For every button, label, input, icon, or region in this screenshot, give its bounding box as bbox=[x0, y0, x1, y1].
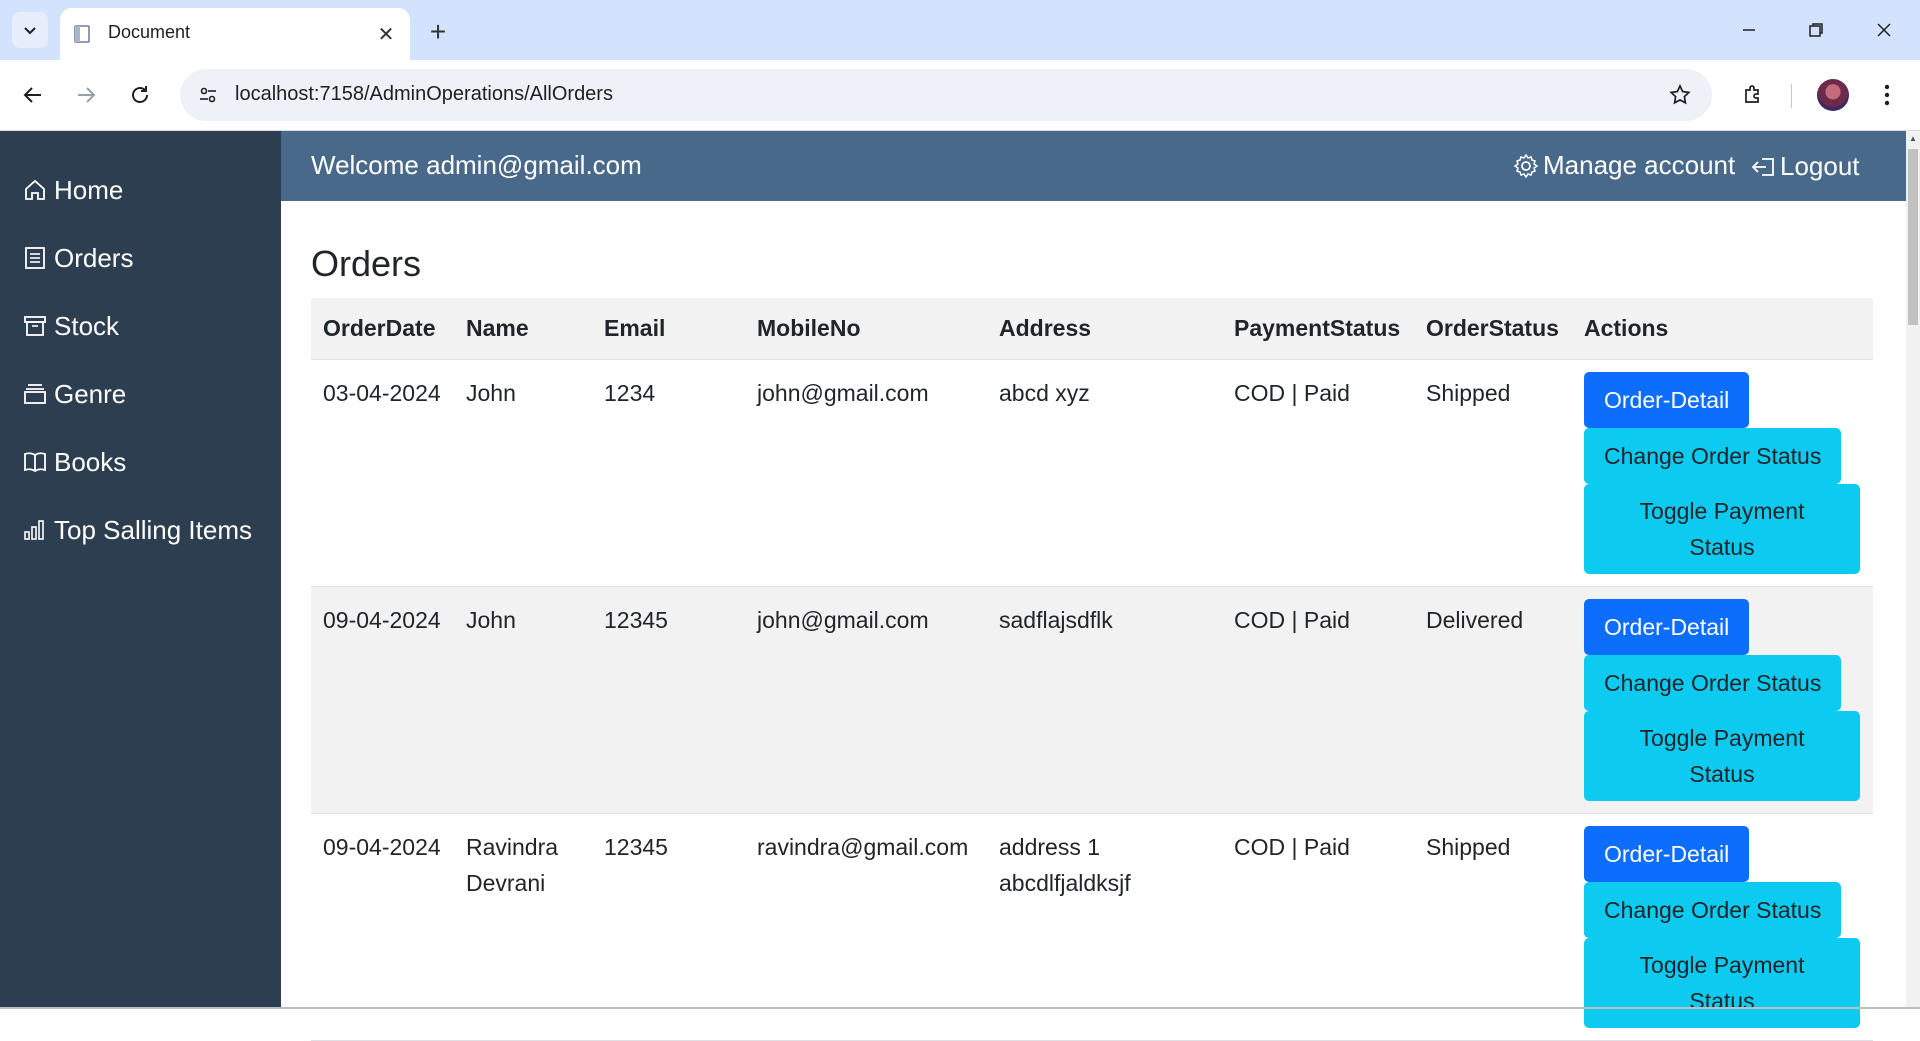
sidebar-item-orders[interactable]: Orders bbox=[22, 236, 133, 280]
address-bar[interactable]: localhost:7158/AdminOperations/AllOrders bbox=[180, 69, 1712, 121]
document-icon bbox=[74, 25, 90, 43]
email-cell: 1234 bbox=[592, 359, 745, 587]
toolbar-separator bbox=[1791, 84, 1792, 108]
browser-menu-button[interactable] bbox=[1869, 77, 1905, 113]
order-date-cell: 03-04-2024 bbox=[311, 359, 454, 587]
restore-button[interactable] bbox=[1794, 10, 1838, 50]
stack-icon bbox=[24, 384, 46, 404]
sidebar-item-home[interactable]: Home bbox=[22, 168, 123, 212]
column-header: Actions bbox=[1572, 298, 1873, 360]
book-icon bbox=[24, 452, 46, 473]
logout-link[interactable]: Logout bbox=[1750, 151, 1860, 182]
actions-cell: Order-Detail Change Order Status Toggle … bbox=[1572, 586, 1873, 814]
sidebar-item-label: Genre bbox=[54, 378, 127, 409]
forward-button[interactable] bbox=[68, 77, 104, 113]
profile-avatar[interactable] bbox=[1817, 79, 1849, 111]
table-row: 09-04-2024 John 12345 john@gmail.com sad… bbox=[311, 586, 1873, 814]
puzzle-icon bbox=[1745, 85, 1759, 103]
archive-icon bbox=[24, 316, 46, 336]
tab-title: Document bbox=[108, 22, 191, 42]
tab-search-button[interactable] bbox=[12, 12, 48, 48]
arrow-left-icon bbox=[23, 87, 41, 103]
order-status-cell: Shipped bbox=[1414, 359, 1572, 587]
mobile-cell: john@gmail.com bbox=[745, 586, 987, 814]
arrow-right-icon bbox=[78, 87, 96, 103]
extensions-button[interactable] bbox=[1735, 77, 1771, 113]
reload-button[interactable] bbox=[122, 77, 158, 113]
browser-tab[interactable]: Document ✕ bbox=[60, 8, 410, 60]
toggle-payment-status-button[interactable]: Toggle Payment Status bbox=[1584, 711, 1860, 801]
welcome-text: Welcome admin@gmail.com bbox=[311, 150, 642, 180]
chevron-down-icon bbox=[24, 27, 36, 35]
order-detail-button[interactable]: Order-Detail bbox=[1584, 372, 1750, 428]
sidebar-item-label: Books bbox=[54, 446, 127, 477]
actions-cell: Order-Detail Change Order Status Toggle … bbox=[1572, 359, 1873, 587]
sidebar-item-genre[interactable]: Genre bbox=[22, 372, 126, 416]
table-row: 03-04-2024 John 1234 john@gmail.com abcd… bbox=[311, 359, 1873, 587]
logout-icon bbox=[1751, 157, 1774, 176]
bar-chart-icon bbox=[24, 520, 44, 540]
browser-tabstrip: Document ✕ + bbox=[0, 0, 1920, 60]
column-header: OrderStatus bbox=[1414, 298, 1572, 360]
scroll-up-arrow-icon[interactable]: ▲ bbox=[1906, 131, 1920, 145]
bookmark-star-icon[interactable] bbox=[1666, 81, 1694, 109]
gear-icon bbox=[1513, 153, 1539, 178]
payment-status-cell: COD | Paid bbox=[1222, 586, 1414, 814]
email-cell: 12345 bbox=[592, 586, 745, 814]
order-detail-button[interactable]: Order-Detail bbox=[1584, 599, 1750, 655]
order-status-cell: Delivered bbox=[1414, 586, 1572, 814]
address-cell: abcd xyz bbox=[987, 359, 1222, 587]
close-window-button[interactable] bbox=[1862, 10, 1906, 50]
column-header: Email bbox=[592, 298, 745, 360]
back-button[interactable] bbox=[15, 77, 51, 113]
sidebar-item-label: Home bbox=[54, 174, 124, 205]
sidebar-item-top-selling[interactable]: Top Salling Items bbox=[22, 508, 252, 552]
column-header: Address bbox=[987, 298, 1222, 360]
sidebar-item-label: Stock bbox=[54, 310, 120, 341]
browser-toolbar: localhost:7158/AdminOperations/AllOrders bbox=[0, 60, 1920, 131]
orders-table: OrderDate Name Email MobileNo Address Pa… bbox=[311, 298, 1873, 1041]
change-order-status-button[interactable]: Change Order Status bbox=[1584, 655, 1842, 711]
column-header: OrderDate bbox=[311, 298, 454, 360]
sidebar-item-label: Top Salling Items bbox=[54, 514, 252, 545]
minimize-icon bbox=[1743, 29, 1755, 31]
sidebar-item-stock[interactable]: Stock bbox=[22, 304, 119, 348]
manage-account-label: Manage account bbox=[1543, 150, 1736, 180]
column-header: MobileNo bbox=[745, 298, 987, 360]
new-tab-button[interactable]: + bbox=[420, 14, 456, 50]
order-detail-button[interactable]: Order-Detail bbox=[1584, 826, 1750, 882]
toggle-payment-status-button[interactable]: Toggle Payment Status bbox=[1584, 484, 1860, 574]
name-cell: John bbox=[454, 586, 592, 814]
mobile-cell: john@gmail.com bbox=[745, 359, 987, 587]
change-order-status-button[interactable]: Change Order Status bbox=[1584, 882, 1842, 938]
restore-icon bbox=[1809, 23, 1823, 37]
reload-icon bbox=[132, 86, 148, 103]
logout-label: Logout bbox=[1780, 151, 1860, 181]
orders-icon bbox=[25, 247, 45, 269]
more-vert-icon bbox=[1884, 84, 1890, 106]
change-order-status-button[interactable]: Change Order Status bbox=[1584, 428, 1842, 484]
payment-status-cell: COD | Paid bbox=[1222, 359, 1414, 587]
scrollbar-thumb[interactable] bbox=[1908, 149, 1918, 325]
manage-account-link[interactable]: Manage account bbox=[1513, 150, 1735, 181]
close-icon bbox=[1877, 23, 1891, 37]
order-date-cell: 09-04-2024 bbox=[311, 586, 454, 814]
column-header: Name bbox=[454, 298, 592, 360]
site-info-icon[interactable] bbox=[194, 81, 222, 109]
sidebar-item-books[interactable]: Books bbox=[22, 440, 126, 484]
column-header: PaymentStatus bbox=[1222, 298, 1414, 360]
name-cell: John bbox=[454, 359, 592, 587]
close-tab-icon[interactable]: ✕ bbox=[372, 20, 400, 48]
home-icon bbox=[25, 179, 45, 200]
toggle-payment-status-button[interactable]: Toggle Payment Status bbox=[1584, 938, 1860, 1028]
table-header-row: OrderDate Name Email MobileNo Address Pa… bbox=[311, 298, 1873, 360]
page-title: Orders bbox=[311, 243, 422, 284]
minimize-button[interactable] bbox=[1727, 10, 1771, 50]
top-header: Welcome admin@gmail.com Manage account L… bbox=[281, 131, 1906, 201]
sidebar: Home Orders Stock Genre Books Top Sallin… bbox=[0, 131, 281, 1009]
url-text[interactable]: localhost:7158/AdminOperations/AllOrders bbox=[235, 83, 613, 106]
sidebar-item-label: Orders bbox=[54, 242, 134, 273]
address-cell: sadflajsdflk bbox=[987, 586, 1222, 814]
